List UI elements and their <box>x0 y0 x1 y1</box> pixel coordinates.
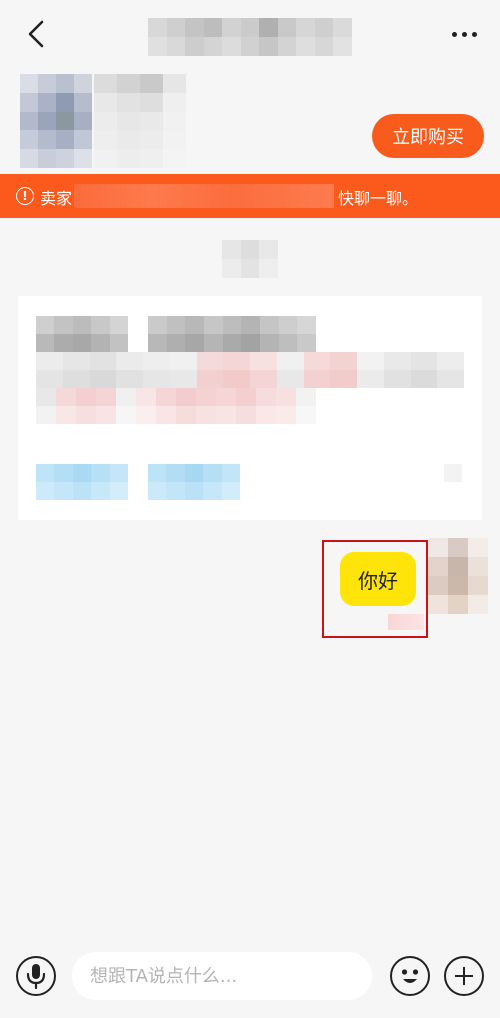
chevron-left-icon <box>28 20 44 48</box>
more-button[interactable] <box>444 18 484 50</box>
card-text-redacted <box>36 370 464 388</box>
card-text-redacted <box>36 316 128 334</box>
plus-button[interactable] <box>444 956 484 996</box>
message-input[interactable] <box>72 952 372 1000</box>
message-bubble[interactable]: 你好 <box>340 552 416 606</box>
card-text-redacted <box>36 334 128 352</box>
more-dots-icon <box>451 31 457 37</box>
avatar[interactable] <box>428 538 488 614</box>
card-text-redacted <box>148 316 316 334</box>
alert-circle-icon: ! <box>16 187 34 205</box>
product-image-redacted[interactable] <box>20 74 92 168</box>
emoji-button[interactable] <box>390 956 430 996</box>
emoji-icon <box>401 969 419 983</box>
notice-suffix: 快聊一聊。 <box>338 189 419 208</box>
product-card[interactable] <box>18 296 482 520</box>
input-bar <box>0 944 500 1008</box>
buy-now-button[interactable]: 立即购买 <box>372 114 484 158</box>
microphone-icon <box>26 964 46 989</box>
notice-prefix: 卖家 <box>40 189 73 208</box>
message-status-redacted <box>388 614 424 630</box>
card-text-redacted <box>36 482 128 500</box>
product-info-redacted <box>94 74 186 168</box>
card-text-redacted <box>444 464 462 482</box>
card-text-redacted <box>148 482 240 500</box>
card-text-redacted <box>36 406 316 424</box>
card-text-redacted <box>36 464 128 482</box>
back-button[interactable] <box>16 14 56 54</box>
chat-screen: 立即购买 ! 卖家 快聊一聊。 你好 <box>0 0 500 1018</box>
card-text-redacted <box>148 464 240 482</box>
seller-notice-bar[interactable]: ! 卖家 快聊一聊。 <box>0 174 500 218</box>
chat-title-redacted <box>148 18 352 56</box>
top-bar <box>0 0 500 68</box>
card-text-redacted <box>36 388 316 406</box>
product-summary: 立即购买 <box>0 72 500 172</box>
voice-button[interactable] <box>16 956 56 996</box>
timestamp-redacted <box>222 240 278 278</box>
seller-name-redacted <box>74 184 334 208</box>
card-text-redacted <box>148 334 316 352</box>
card-text-redacted <box>36 352 464 370</box>
